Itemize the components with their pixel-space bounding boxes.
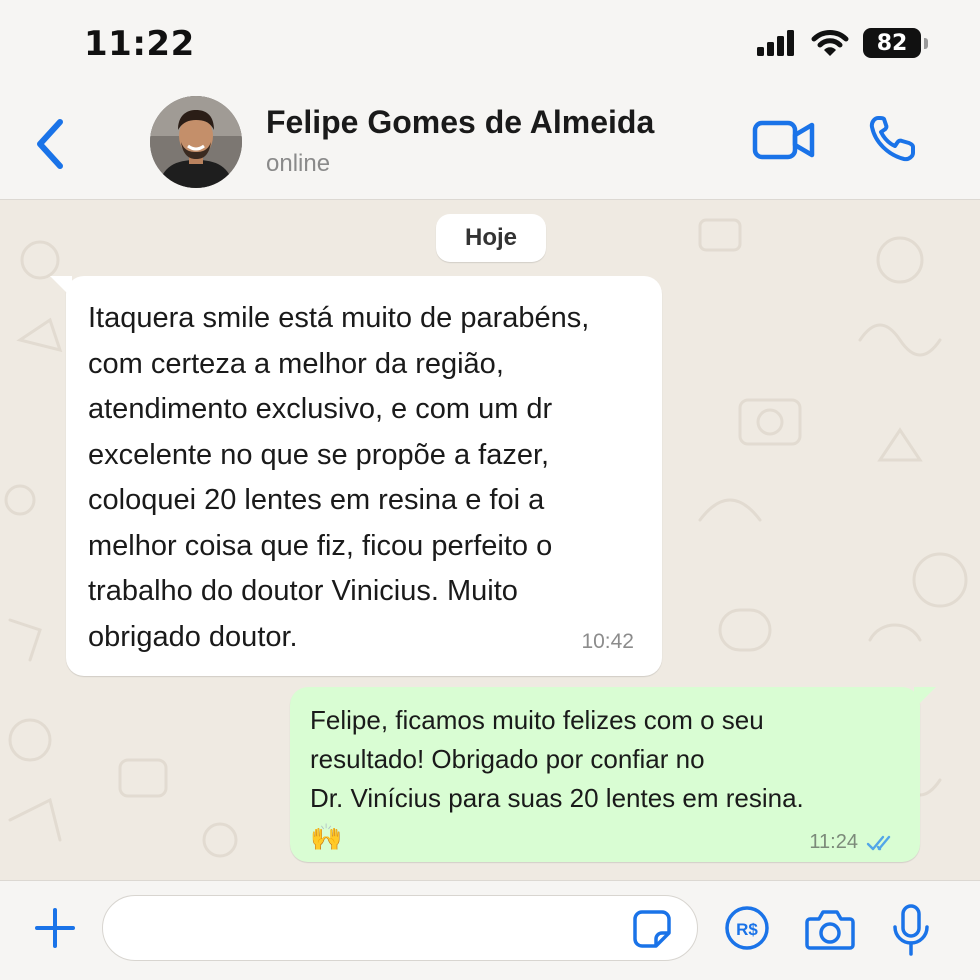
svg-text:R$: R$: [736, 920, 758, 939]
camera-icon: [805, 910, 855, 950]
contact-status: online: [266, 150, 331, 177]
status-bar: 11:22 82: [0, 0, 980, 90]
signal-icon: [757, 30, 797, 56]
read-receipt-icon: [866, 833, 892, 850]
video-camera-icon: [752, 120, 815, 160]
payment-button[interactable]: R$: [724, 905, 770, 951]
voice-call-button[interactable]: [866, 114, 922, 164]
message-bubble-incoming[interactable]: Itaquera smile está muito de parabéns, c…: [50, 276, 662, 676]
battery-level: 82: [863, 28, 921, 58]
phone-icon: [869, 116, 915, 162]
chat-header: Felipe Gomes de Almeida online: [0, 90, 980, 200]
microphone-icon: [893, 904, 929, 956]
sticker-icon: [633, 910, 671, 948]
battery-cap: [924, 37, 928, 49]
bubble-tail: [50, 276, 72, 298]
plus-icon: [35, 908, 75, 948]
camera-button[interactable]: [804, 907, 856, 951]
message-text: Itaquera smile está muito de parabéns, c…: [88, 302, 590, 653]
back-chevron-icon: [37, 119, 63, 169]
message-meta: 11:24: [809, 831, 898, 854]
status-icons: 82: [757, 28, 928, 58]
date-separator: Hoje: [436, 214, 546, 262]
microphone-button[interactable]: [890, 903, 932, 957]
attach-button[interactable]: [34, 907, 76, 949]
contact-avatar[interactable]: [150, 96, 242, 188]
wifi-icon: [811, 29, 849, 57]
battery-icon: 82: [863, 28, 928, 58]
chat-area[interactable]: Hoje Itaquera smile está muito de parabé…: [0, 200, 980, 880]
bubble-tail: [914, 687, 936, 709]
back-button[interactable]: [30, 114, 70, 174]
payment-icon: R$: [725, 906, 769, 950]
message-bubble-outgoing[interactable]: Felipe, ficamos muito felizes com o seu …: [290, 687, 936, 862]
message-input[interactable]: [102, 895, 698, 961]
video-call-button[interactable]: [752, 118, 816, 162]
status-time: 11:22: [84, 24, 195, 64]
message-input-bar: R$: [0, 880, 980, 980]
message-time: 11:24: [809, 831, 858, 853]
avatar-icon: [150, 96, 242, 188]
message-text: Felipe, ficamos muito felizes com o seu …: [310, 705, 804, 852]
message-time: 10:42: [581, 630, 634, 653]
sticker-button[interactable]: [632, 909, 672, 949]
contact-name[interactable]: Felipe Gomes de Almeida: [266, 104, 654, 141]
